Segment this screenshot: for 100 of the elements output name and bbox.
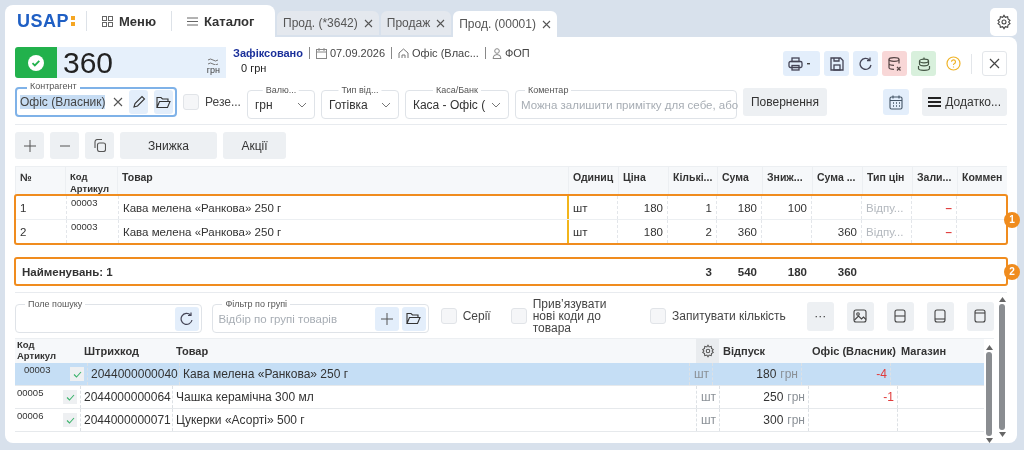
field-label: Тип від... [338,85,382,96]
column-header[interactable]: № [15,167,65,195]
catalog-button[interactable]: Каталог [172,6,270,36]
price-text: 250 [763,390,784,404]
total-value: 3 [705,265,712,278]
placeholder-text: Відбір по групі товарів [218,312,339,325]
unit-text: шт [573,225,588,238]
column-header[interactable]: Кількі... [668,167,717,195]
field-label: Валю... [262,85,300,96]
total-text: 360 [837,225,857,238]
field-label: Фільтр по групі [222,299,291,310]
stock-text: -4 [876,367,887,381]
product-name: Кава мелена «Ранкова» 250 г [123,225,282,238]
menu-button[interactable]: Меню [87,6,172,36]
field-value: грн [254,97,273,112]
catalog-row[interactable]: 00006 2044000000071 Цукерки «Асорті» 500 г шт 300 грн [15,409,984,432]
column-header[interactable]: Штрихкод [80,339,172,363]
option-label: Запитувати кількість [672,310,786,322]
discount-button[interactable]: Знижка [120,132,217,159]
option-label: Прив’язувати нові коди до товара [532,298,608,334]
promotions-button[interactable]: Акції [223,132,286,159]
quantity-text: 1 [705,201,712,214]
column-header[interactable]: Зниж... [762,167,812,195]
catalog-row[interactable]: 00005 2044000000064 Чашка керамічна 300 мл шт 250 грн -1 [15,386,984,409]
warehouse-text: Офіс (Влас... [412,47,479,59]
price-text: 300 [763,413,784,427]
document-tab[interactable]: Прод. (00001) [453,11,557,37]
barcode-text: 2044000000064 [84,390,171,404]
option-label: Серії [462,310,491,322]
column-header[interactable]: Товар [117,167,568,195]
article-code: 00006 [17,410,44,421]
item-count: Найменувань: 1 [22,265,113,278]
article-code: 00003 [24,364,51,375]
column-header[interactable]: Код Артикул [15,339,62,363]
currency-label: грн [787,390,805,404]
organization-text: ФОП [504,47,530,59]
field-value: Офіс (Власник) [20,95,106,109]
column-header[interactable]: Магазин [897,339,984,363]
article-code: 00003 [71,220,98,232]
logo: USAP [17,10,69,32]
balance-text: 0 грн [241,62,268,74]
article-code: 00003 [71,196,98,208]
return-button[interactable]: Повернення [742,88,827,116]
column-header[interactable]: Тип цін [862,167,912,195]
product-name: Чашка керамічна 300 мл [176,390,314,404]
stock-text: – [945,225,952,238]
price-type-text: Відпу... [866,201,904,214]
total-value: 360 [837,265,857,278]
currency-label: грн [206,64,220,75]
total-value: 540 [737,265,757,278]
annotation-badge: 1 [1004,211,1020,228]
column-header[interactable]: Одиниц [568,167,618,195]
currency-label: грн [787,413,805,427]
column-header[interactable]: Коммен [957,167,1007,195]
column-header[interactable]: Сума ... [812,167,862,195]
unit-text: шт [693,367,709,381]
column-header[interactable]: Офіс (Власник) [808,339,897,363]
field-label: Каса/Банк [432,85,481,96]
product-name: Кава мелена «Ранкова» 250 г [183,367,349,381]
price-text: 180 [756,367,777,381]
status-text: Зафіксовано [233,47,303,59]
more-button[interactable]: Додатко... [922,88,1007,116]
annotation-badge: 2 [1004,263,1020,280]
column-header[interactable]: Сума [717,167,762,195]
column-header[interactable]: Зали... [912,167,957,195]
column-header[interactable]: Код Артикул [65,167,117,195]
column-header[interactable]: Відпуск [719,339,808,363]
price-text: 180 [643,201,663,214]
document-tab[interactable]: Продаж [380,11,452,35]
reserve-label: Резе... [205,95,241,109]
sum-text: 180 [737,201,757,214]
article-code: 00005 [17,387,44,398]
catalog-row[interactable]: 00003 2044000000040 Кава мелена «Ранкова» 250 г шт 180 грн -4 [15,363,984,386]
barcode-text: 2044000000040 [91,367,178,381]
total-value: 180 [787,265,807,278]
column-header[interactable]: Товар [172,339,696,363]
unit-text: шт [573,201,588,214]
date-text: 07.09.2026 [330,47,386,59]
row-number: 2 [20,225,27,238]
unit-text: шт [700,390,716,404]
barcode-text: 2044000000071 [84,413,171,427]
product-name: Кава мелена «Ранкова» 250 г [123,201,282,214]
amount-value: 360 [63,45,114,80]
unit-text: шт [700,413,716,427]
sum-text: 360 [737,225,757,238]
placeholder-text: Можна залишити примітку для себе, або [520,98,739,111]
field-value: Готівка [328,97,368,112]
field-label: Поле пошуку [25,299,86,310]
product-name: Цукерки «Асорті» 500 г [176,413,305,427]
stock-text: – [945,201,952,214]
document-tab[interactable]: Прод. (*3642) [277,11,379,35]
field-value: Каса - Офіс ( [412,97,486,112]
quantity-text: 2 [705,225,712,238]
field-label: Коментар [524,85,572,96]
more-button[interactable]: ··· [806,301,834,331]
currency-label: грн [780,367,798,381]
column-header[interactable]: Ціна [618,167,668,195]
field-label: Контрагент [27,81,80,92]
price-type-text: Відпу... [866,225,904,238]
row-number: 1 [20,201,27,214]
